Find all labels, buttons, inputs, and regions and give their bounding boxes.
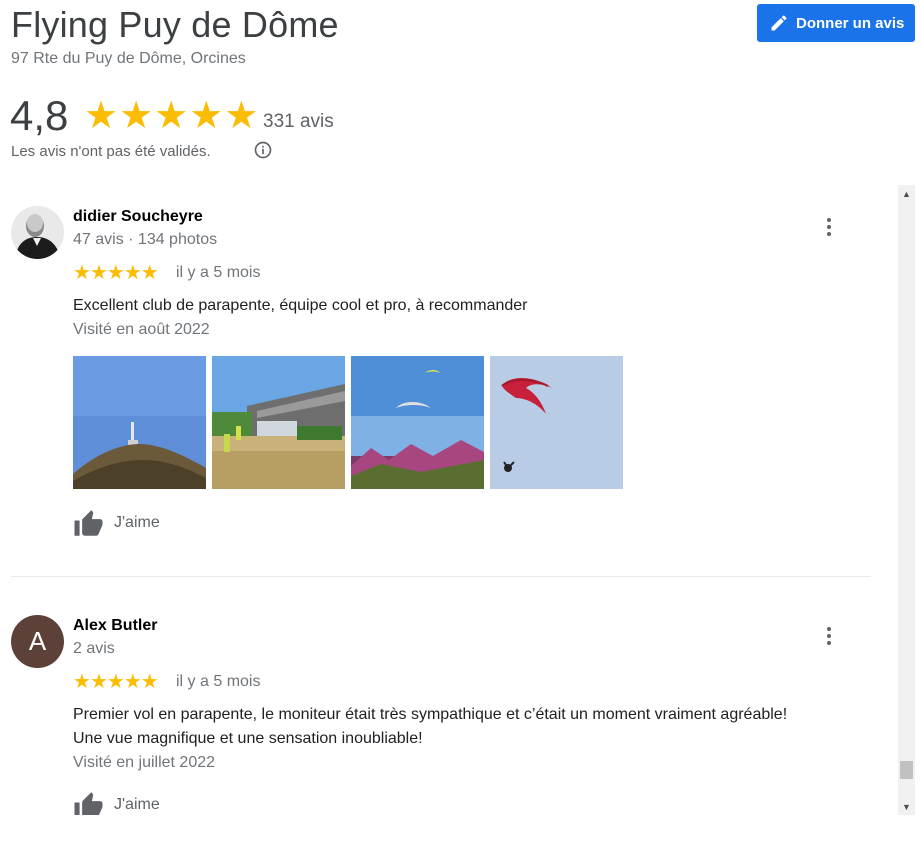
star-icon: ★ — [89, 262, 108, 284]
star-icon: ★ — [140, 671, 159, 693]
reviews-list[interactable]: didier Soucheyre 47 avis · 134 photos ★ … — [0, 185, 897, 815]
write-review-label: Donner un avis — [796, 14, 905, 32]
star-icon: ★ — [154, 95, 189, 137]
star-icon: ★ — [73, 262, 91, 284]
review-text-line: Premier vol en parapente, le moniteur ét… — [73, 706, 788, 723]
dot — [827, 225, 831, 229]
scroll-thumb[interactable] — [900, 761, 913, 779]
dot — [827, 634, 831, 638]
review-item: didier Soucheyre 47 avis · 134 photos ★ … — [0, 185, 897, 577]
review-date: il y a 5 mois — [176, 264, 261, 281]
like-label: J'aime — [114, 796, 160, 813]
review-stars: ★ ★ ★ ★ ★ — [73, 262, 159, 284]
star-icon: ★ — [84, 95, 119, 137]
star-icon: ★ — [189, 95, 224, 137]
more-options-button[interactable] — [818, 214, 840, 240]
dot — [827, 232, 831, 236]
place-address: 97 Rte du Puy de Dôme, Orcines — [11, 50, 246, 67]
review-text: Premier vol en parapente, le moniteur ét… — [73, 703, 863, 751]
like-label: J'aime — [114, 514, 160, 531]
place-title: Flying Puy de Dôme — [11, 4, 339, 45]
review-photos — [73, 356, 623, 489]
star-icon: ★ — [123, 671, 142, 693]
reviews-scrollbar[interactable]: ▲ ▼ — [898, 185, 915, 815]
thumbs-up-icon — [74, 510, 103, 536]
visited-date: Visité en août 2022 — [73, 321, 210, 338]
review-text-line: Une vue magnifique et une sensation inou… — [73, 730, 423, 747]
review-divider — [11, 576, 871, 577]
like-button[interactable]: J'aime — [73, 791, 160, 815]
review-stars: ★ ★ ★ ★ ★ — [73, 671, 159, 693]
pencil-icon — [771, 15, 787, 31]
star-icon: ★ — [123, 262, 142, 284]
star-icon: ★ — [89, 671, 108, 693]
review-count: 331 avis — [263, 111, 334, 132]
dot — [827, 641, 831, 645]
star-icon: ★ — [119, 95, 154, 137]
star-icon: ★ — [106, 262, 125, 284]
review-text: Excellent club de parapente, équipe cool… — [73, 297, 528, 314]
thumbs-up-icon — [74, 792, 103, 815]
reviewer-name[interactable]: didier Soucheyre — [73, 208, 203, 226]
average-rating-stars: ★ ★ ★ ★ ★ — [84, 96, 259, 136]
review-photo-summit[interactable] — [73, 356, 206, 489]
visited-date: Visité en juillet 2022 — [73, 754, 216, 771]
review-photo-red-wing[interactable] — [490, 356, 623, 489]
unverified-notice: Les avis n'ont pas été validés. — [11, 143, 211, 160]
dot — [827, 218, 831, 222]
star-icon: ★ — [224, 95, 259, 137]
review-item: A Alex Butler 2 avis ★ ★ ★ ★ ★ il y a 5 … — [0, 595, 897, 815]
info-icon[interactable] — [253, 140, 273, 160]
review-photo-paragliders[interactable] — [351, 356, 484, 489]
average-rating: 4,8 — [10, 92, 69, 139]
dot — [827, 627, 831, 631]
avatar[interactable]: A — [11, 615, 64, 668]
avatar[interactable] — [11, 206, 64, 259]
avatar-photo — [11, 206, 64, 259]
reviewer-name[interactable]: Alex Butler — [73, 617, 157, 635]
reviewer-meta: 47 avis · 134 photos — [73, 231, 218, 248]
write-review-button[interactable]: Donner un avis — [757, 4, 915, 42]
review-date: il y a 5 mois — [176, 673, 261, 690]
star-icon: ★ — [140, 262, 159, 284]
more-options-button[interactable] — [818, 623, 840, 649]
scroll-up-arrow-icon[interactable]: ▲ — [898, 185, 915, 202]
scroll-down-arrow-icon[interactable]: ▼ — [898, 798, 915, 815]
star-icon: ★ — [106, 671, 125, 693]
review-photo-building[interactable] — [212, 356, 345, 489]
star-icon: ★ — [73, 671, 91, 693]
reviewer-meta: 2 avis — [73, 640, 115, 657]
like-button[interactable]: J'aime — [73, 509, 160, 537]
